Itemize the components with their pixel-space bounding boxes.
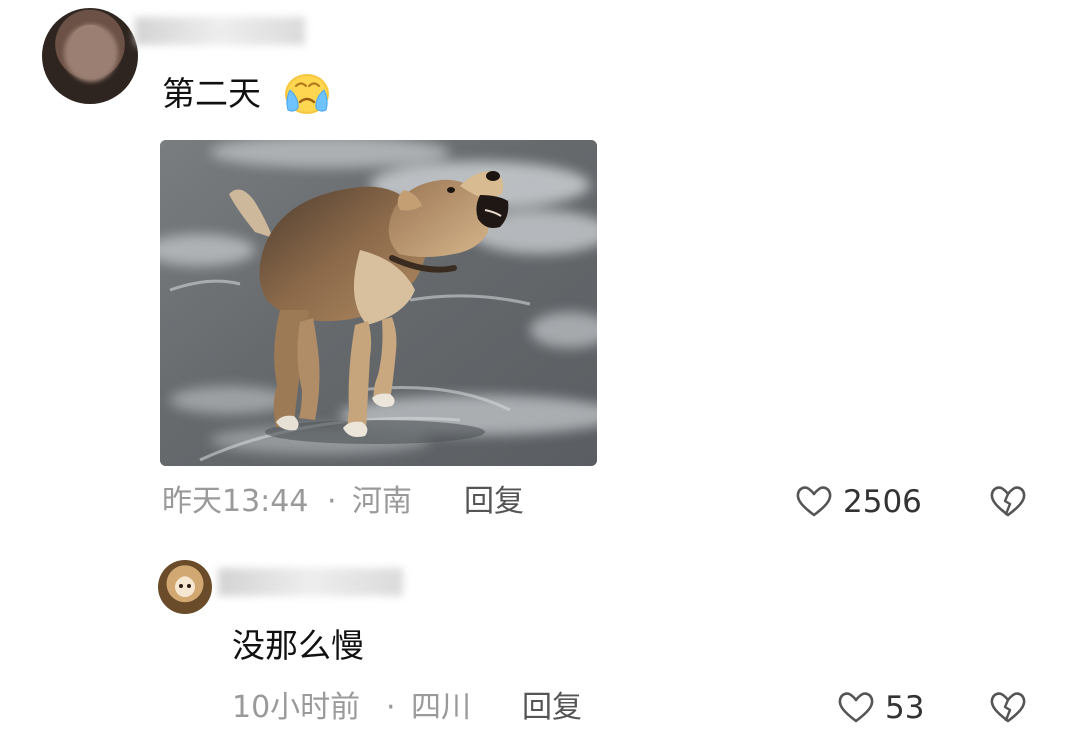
avatar-eye-left (179, 584, 183, 588)
like-count: 53 (885, 690, 925, 726)
crying-face-icon (285, 74, 329, 114)
reply-button[interactable]: 回复 (522, 690, 582, 726)
reply-commenter-name-blurred[interactable] (218, 568, 403, 596)
comment-location: 河南 (352, 484, 412, 519)
broken-heart-dislike-icon[interactable] (988, 688, 1028, 728)
avatar-face (175, 577, 195, 597)
reply-commenter-avatar[interactable] (158, 560, 212, 614)
heart-like-icon[interactable] (836, 688, 876, 728)
avatar-blur (64, 24, 118, 82)
commenter-name-blurred[interactable] (135, 17, 305, 45)
reply-timestamp: 10小时前 (232, 690, 361, 725)
comment-image-barking-dog[interactable] (160, 140, 597, 466)
heart-like-icon[interactable] (794, 482, 834, 522)
broken-heart-dislike-icon[interactable] (988, 482, 1028, 522)
avatar-eye-right (187, 584, 191, 588)
like-count: 2506 (843, 484, 922, 520)
comment-text: 第二天 (162, 74, 261, 113)
barking-dog-image (160, 140, 597, 466)
commenter-avatar[interactable] (42, 8, 138, 104)
reply-button[interactable]: 回复 (464, 484, 524, 520)
comment-timestamp: 昨天13:44 (162, 484, 309, 519)
reply-location: 四川 (411, 690, 471, 725)
reply-comment-text: 没那么慢 (232, 626, 364, 665)
meta-separator: · (386, 690, 396, 725)
meta-separator: · (327, 484, 337, 519)
